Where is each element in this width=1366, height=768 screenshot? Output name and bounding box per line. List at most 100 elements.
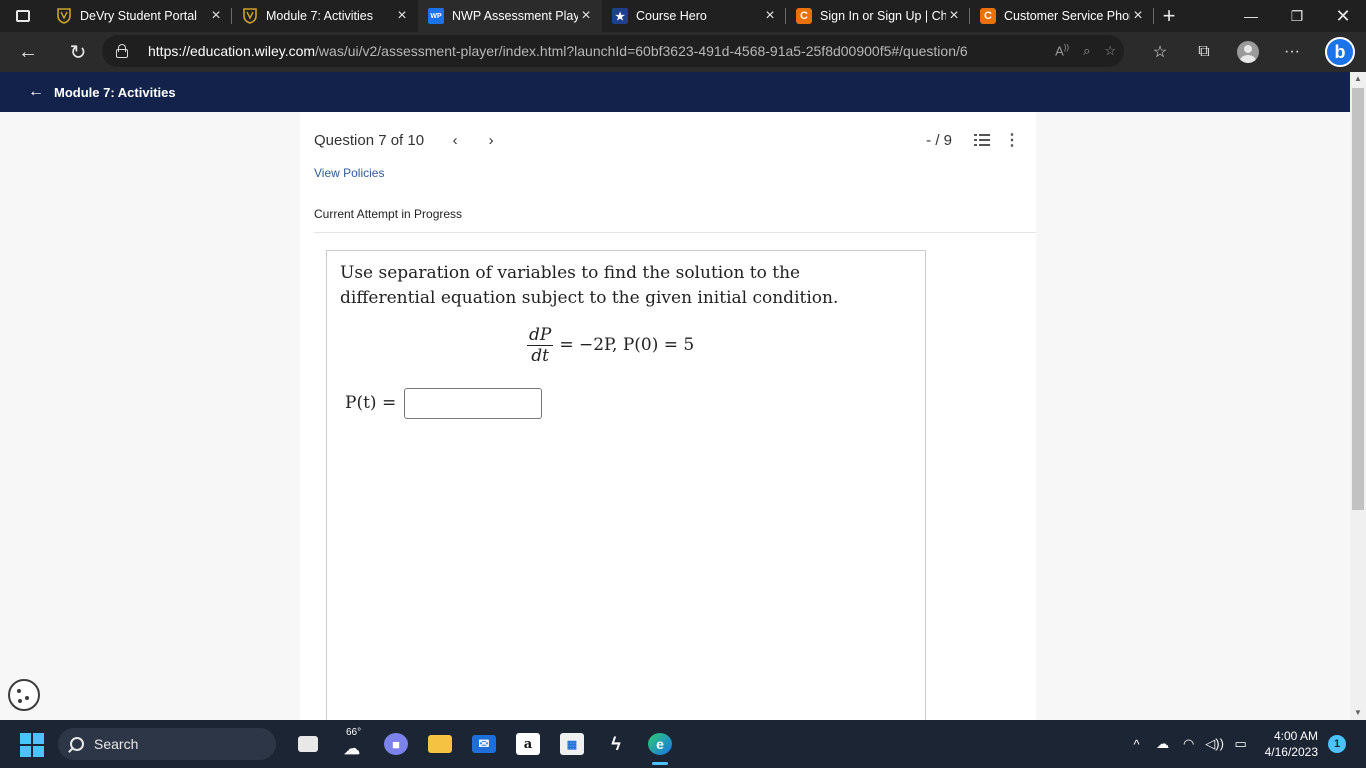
address-bar[interactable]: https://education.wiley.com/was/ui/v2/as… <box>102 35 1124 67</box>
devry-shield-icon <box>242 8 258 24</box>
cookie-settings-icon[interactable] <box>8 679 40 711</box>
tab-title: Module 7: Activities <box>266 9 373 23</box>
derivative-fraction: dP dt <box>527 324 554 366</box>
back-to-module-link[interactable]: Module 7: Activities <box>54 85 176 100</box>
search-label: Search <box>94 736 139 752</box>
scroll-down-arrow-icon[interactable]: ▼ <box>1350 706 1366 720</box>
divider <box>314 232 1036 233</box>
devry-shield-icon <box>56 8 72 24</box>
weather-widget[interactable]: 66° ☁ <box>330 720 374 768</box>
close-tab-icon[interactable]: × <box>946 7 962 25</box>
tab-nwp-assessment[interactable]: WP NWP Assessment Play × <box>418 0 602 32</box>
battery-icon[interactable]: ▭ <box>1229 736 1253 752</box>
close-tab-icon[interactable]: × <box>762 7 778 25</box>
edge-button[interactable]: e <box>638 720 682 768</box>
close-tab-icon[interactable]: × <box>208 7 224 25</box>
refresh-button[interactable]: ↻ <box>58 34 98 70</box>
start-button[interactable] <box>20 733 44 757</box>
star-icon: ★ <box>612 8 628 24</box>
search-icon <box>70 737 84 751</box>
wifi-icon[interactable]: ◠ <box>1177 736 1201 752</box>
attempt-status: Current Attempt in Progress <box>314 207 463 221</box>
page-scrollbar[interactable]: ▲ ▼ <box>1350 72 1366 720</box>
clock[interactable]: 4:00 AM 4/16/2023 <box>1265 728 1318 760</box>
question-counter: Question 7 of 10 <box>314 131 425 149</box>
question-score: - / 9 <box>926 131 952 149</box>
store-button[interactable]: ▦ <box>550 720 594 768</box>
folder-icon <box>428 735 452 753</box>
weather-icon: ☁ <box>344 741 360 758</box>
tab-title: Course Hero <box>636 9 707 23</box>
question-prompt: Use separation of variables to find the … <box>340 263 839 308</box>
favorites-icon[interactable]: ☆ <box>1138 32 1182 72</box>
view-policies-link[interactable]: View Policies <box>314 166 384 180</box>
amazon-icon: a <box>516 733 540 755</box>
profile-button[interactable] <box>1226 32 1270 72</box>
previous-question-button[interactable]: ‹ <box>448 132 462 149</box>
zoom-icon[interactable]: ⌕ <box>1083 43 1090 59</box>
scroll-up-arrow-icon[interactable]: ▲ <box>1350 72 1366 86</box>
notification-badge[interactable]: 1 <box>1328 735 1346 753</box>
tab-chegg-signin[interactable]: C Sign In or Sign Up | Ch × <box>786 0 970 32</box>
url-text: https://education.wiley.com/was/ui/v2/as… <box>148 43 968 59</box>
back-arrow-icon[interactable]: ← <box>28 83 44 101</box>
minimize-button[interactable]: — <box>1228 0 1274 32</box>
fraction-numerator: dP <box>529 324 552 345</box>
show-hidden-icons-icon[interactable]: ^ <box>1125 737 1149 752</box>
edge-icon: e <box>648 733 672 755</box>
tab-chegg-customer-service[interactable]: C Customer Service Phor × <box>970 0 1154 32</box>
file-explorer-button[interactable] <box>418 720 462 768</box>
taskbar-apps: 66° ☁ ■ ✉ a ▦ ϟ e <box>286 720 682 768</box>
system-tray: ^ ☁ ◠ ◁)) ▭ 4:00 AM 4/16/2023 1 <box>1125 720 1366 768</box>
scrollbar-thumb[interactable] <box>1352 88 1364 510</box>
back-button[interactable]: ← <box>8 34 48 70</box>
clock-time: 4:00 AM <box>1273 729 1318 743</box>
video-chat-icon: ■ <box>384 733 408 755</box>
app-launcher-button[interactable]: ϟ <box>594 720 638 768</box>
mail-button[interactable]: ✉ <box>462 720 506 768</box>
browser-toolbar-right: ☆ ⧉ ··· b <box>1138 32 1366 72</box>
bing-icon: b <box>1325 37 1355 67</box>
more-options-icon[interactable]: ··· <box>1270 32 1314 72</box>
question-navigation: Question 7 of 10 ‹ › - / 9 ⋮ <box>314 130 1036 150</box>
teams-chat-button[interactable]: ■ <box>374 720 418 768</box>
close-tab-icon[interactable]: × <box>394 7 410 25</box>
tab-title: Sign In or Sign Up | Ch <box>820 9 946 23</box>
tab-devry-portal[interactable]: DeVry Student Portal × <box>46 0 232 32</box>
tab-title: Customer Service Phor <box>1004 9 1130 23</box>
tab-title: NWP Assessment Play <box>452 9 578 23</box>
add-favorite-icon[interactable]: ☆ <box>1104 43 1116 59</box>
more-actions-icon[interactable]: ⋮ <box>1004 130 1020 150</box>
collections-icon[interactable]: ⧉ <box>1182 32 1226 72</box>
mail-icon: ✉ <box>472 735 496 753</box>
next-question-button[interactable]: › <box>484 132 498 149</box>
lightning-icon: ϟ <box>611 733 621 754</box>
wp-icon: WP <box>428 8 444 24</box>
task-view-button[interactable] <box>286 720 330 768</box>
taskbar-search[interactable]: Search <box>58 728 276 760</box>
window-controls: — ❐ ✕ <box>1228 0 1366 32</box>
tab-title: DeVry Student Portal <box>80 9 197 23</box>
new-tab-button[interactable]: + <box>1154 0 1184 32</box>
question-list-icon[interactable] <box>974 133 990 147</box>
close-tab-icon[interactable]: × <box>1130 7 1146 25</box>
tab-course-hero[interactable]: ★ Course Hero × <box>602 0 786 32</box>
tab-actions-button[interactable] <box>0 0 46 32</box>
restore-button[interactable]: ❐ <box>1274 0 1320 32</box>
chegg-c-icon: C <box>796 8 812 24</box>
close-window-button[interactable]: ✕ <box>1320 0 1366 32</box>
tab-module-7[interactable]: Module 7: Activities × <box>232 0 418 32</box>
address-bar-actions: A)) ⌕ ☆ <box>1055 35 1116 67</box>
bing-chat-button[interactable]: b <box>1314 32 1366 72</box>
onedrive-icon[interactable]: ☁ <box>1151 736 1175 752</box>
answer-input[interactable] <box>404 387 543 419</box>
lock-icon[interactable] <box>116 44 128 58</box>
tab-actions-icon <box>16 10 30 22</box>
amazon-button[interactable]: a <box>506 720 550 768</box>
volume-icon[interactable]: ◁)) <box>1203 736 1227 752</box>
read-aloud-icon[interactable]: A)) <box>1055 43 1069 58</box>
fraction-denominator: dt <box>531 345 550 366</box>
answer-row: P(t) = <box>345 387 543 419</box>
close-tab-icon[interactable]: × <box>578 7 594 25</box>
question-box: Use separation of variables to find the … <box>326 250 926 730</box>
